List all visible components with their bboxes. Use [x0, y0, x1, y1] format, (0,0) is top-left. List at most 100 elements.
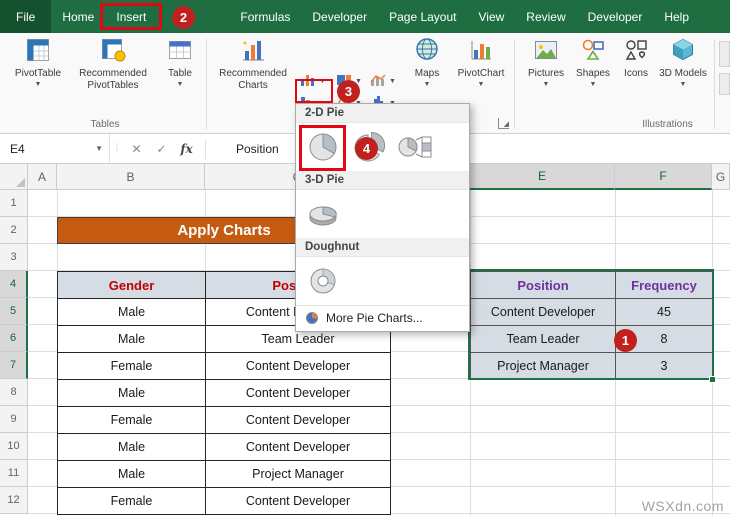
insert-function-icon[interactable]: fx — [174, 142, 199, 156]
pivotchart-button[interactable]: PivotChart ▼ — [452, 37, 510, 88]
row-header-7[interactable]: 7 — [0, 352, 28, 379]
row-header-9[interactable]: 9 — [0, 406, 28, 433]
row-header-8[interactable]: 8 — [0, 379, 28, 406]
table-cell[interactable]: Female — [58, 407, 206, 434]
table-cell[interactable]: Project Manager — [206, 461, 391, 488]
section-header-2d-pie: 2-D Pie — [296, 104, 469, 123]
recommended-charts-button[interactable]: Recommended Charts — [214, 37, 292, 91]
cancel-icon[interactable]: ✕ — [124, 142, 149, 156]
section-header-doughnut: Doughnut — [296, 238, 469, 257]
chevron-down-icon: ▼ — [680, 81, 687, 88]
icons-label: Icons — [624, 68, 648, 80]
pivotchart-label: PivotChart — [458, 68, 505, 80]
tab-home[interactable]: Home — [51, 0, 105, 33]
pivottable-button[interactable]: PivotTable ▼ — [10, 37, 66, 88]
tab-formulas[interactable]: Formulas — [229, 0, 301, 33]
chevron-down-icon: ▼ — [35, 81, 42, 88]
shapes-label: Shapes — [576, 68, 610, 80]
pie-chart-dropdown: 2-D Pie — [295, 103, 470, 332]
enter-icon[interactable]: ✓ — [149, 142, 174, 156]
table-cell[interactable]: Content Developer — [206, 434, 391, 461]
row-header-10[interactable]: 10 — [0, 433, 28, 460]
chevron-down-icon: ▼ — [424, 81, 431, 88]
row-header-3[interactable]: 3 — [0, 244, 28, 271]
table-cell[interactable]: Content Developer — [206, 380, 391, 407]
3d-models-label: 3D Models — [659, 68, 707, 80]
partial-ribbon-button — [719, 41, 730, 67]
table-cell[interactable]: Female — [58, 353, 206, 380]
charts-dialog-launcher-icon[interactable]: ◢ — [498, 118, 509, 129]
table-button[interactable]: Table ▼ — [158, 37, 202, 88]
chevron-down-icon: ▼ — [95, 144, 103, 153]
table-cell[interactable]: Male — [58, 326, 206, 353]
table-cell[interactable]: Male — [58, 380, 206, 407]
bar-of-pie-option[interactable] — [395, 128, 435, 166]
doughnut-options — [296, 257, 469, 305]
table-cell[interactable]: Female — [58, 488, 206, 515]
tab-view[interactable]: View — [467, 0, 515, 33]
table-cell[interactable]: Male — [58, 461, 206, 488]
tab-developer-2[interactable]: Developer — [577, 0, 654, 33]
icons-button[interactable]: Icons — [618, 37, 654, 80]
select-all-corner[interactable] — [0, 164, 28, 190]
recommended-pivottables-button[interactable]: Recommended PivotTables — [70, 37, 156, 91]
name-box[interactable]: E4 ▼ — [0, 134, 110, 163]
3d-pie-option[interactable] — [303, 195, 343, 233]
column-header-b[interactable]: B — [57, 164, 205, 190]
row-header-4[interactable]: 4 — [0, 271, 28, 298]
chevron-down-icon: ▼ — [177, 81, 184, 88]
table-cell[interactable]: 3 — [616, 353, 713, 380]
table-label: Table — [168, 68, 192, 80]
fill-handle[interactable] — [709, 376, 716, 383]
tab-page-layout[interactable]: Page Layout — [378, 0, 467, 33]
tab-help[interactable]: Help — [653, 0, 700, 33]
annotation-step-3: 3 — [337, 80, 360, 103]
tab-developer[interactable]: Developer — [301, 0, 378, 33]
table-cell[interactable]: Team Leader — [471, 326, 616, 353]
table-cell[interactable]: Male — [58, 434, 206, 461]
row-header-11[interactable]: 11 — [0, 460, 28, 487]
more-pie-charts-item[interactable]: More Pie Charts... — [296, 305, 469, 331]
column-header-g[interactable]: G — [712, 164, 730, 190]
maps-button[interactable]: Maps ▼ — [405, 37, 449, 88]
tables-group-label: Tables — [55, 119, 155, 130]
table-cell[interactable]: Content Developer — [471, 299, 616, 326]
table-header[interactable]: Position — [471, 272, 616, 299]
position-frequency-table: Position Frequency Content Developer 45 … — [470, 271, 713, 380]
annotation-step-4: 4 — [355, 137, 378, 160]
formula-input[interactable]: Position — [212, 142, 279, 156]
3d-models-button[interactable]: 3D Models ▼ — [658, 37, 708, 88]
tab-insert[interactable]: Insert — [105, 0, 157, 33]
table-cell[interactable]: Project Manager — [471, 353, 616, 380]
pivotchart-icon — [468, 37, 494, 67]
combo-chart-button[interactable]: ▼ — [368, 71, 401, 91]
column-chart-button[interactable]: ▼ — [298, 71, 331, 91]
table-cell[interactable]: Male — [58, 299, 206, 326]
shapes-button[interactable]: Shapes ▼ — [572, 37, 614, 88]
row-header-6[interactable]: 6 — [0, 325, 28, 352]
row-header-2[interactable]: 2 — [0, 217, 28, 244]
table-header[interactable]: Frequency — [616, 272, 713, 299]
column-header-a[interactable]: A — [28, 164, 57, 190]
table-cell[interactable]: Content Developer — [206, 353, 391, 380]
group-separator — [514, 39, 515, 129]
doughnut-option[interactable] — [303, 262, 343, 300]
row-header-12[interactable]: 12 — [0, 487, 28, 514]
table-header[interactable]: Gender — [58, 272, 206, 299]
column-header-f[interactable]: F — [615, 164, 712, 190]
ribbon-tab-bar: File Home Insert Formulas Developer Page… — [0, 0, 730, 33]
recommended-pivottables-icon — [100, 37, 126, 67]
tab-file[interactable]: File — [0, 0, 51, 33]
table-cell[interactable]: Content Developer — [206, 407, 391, 434]
row-header-5[interactable]: 5 — [0, 298, 28, 325]
row-header-1[interactable]: 1 — [0, 190, 28, 217]
chevron-down-icon: ▼ — [590, 81, 597, 88]
table-cell[interactable]: 45 — [616, 299, 713, 326]
3d-models-icon — [670, 37, 696, 67]
recommended-charts-label: Recommended Charts — [214, 68, 292, 92]
tab-review[interactable]: Review — [515, 0, 576, 33]
pictures-button[interactable]: Pictures ▼ — [524, 37, 568, 88]
column-header-e[interactable]: E — [470, 164, 615, 190]
2d-pie-option[interactable] — [303, 128, 343, 166]
table-cell[interactable]: Content Developer — [206, 488, 391, 515]
